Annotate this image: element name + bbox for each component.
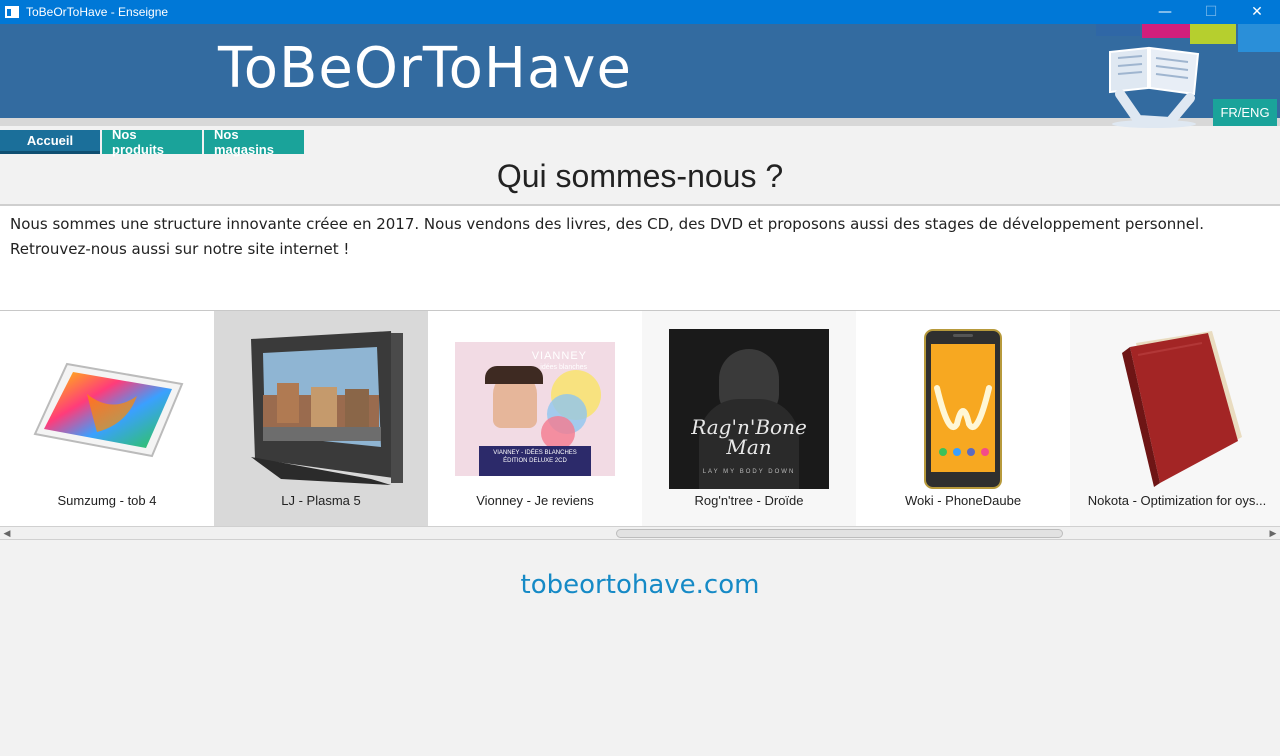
about-description: Nous sommes une structure innovante crée…: [0, 206, 1280, 310]
product-caption: LJ - Plasma 5: [281, 493, 361, 508]
scrollbar-thumb[interactable]: [616, 529, 1063, 538]
cover-title: Rag'n'Bone Man: [691, 415, 807, 459]
header-banner: ToBeOrToHave: [0, 24, 1280, 118]
nav-nos-produits[interactable]: Nos produits: [102, 127, 202, 157]
language-toggle-button[interactable]: FR/ENG: [1213, 99, 1277, 126]
product-card[interactable]: Rag'n'Bone Man LAY MY BODY DOWN Rog'n'tr…: [642, 311, 856, 528]
app-window-icon: [4, 4, 20, 20]
album-cover-icon: Rag'n'Bone Man LAY MY BODY DOWN: [669, 327, 829, 491]
scroll-right-icon[interactable]: ▶: [1267, 528, 1279, 539]
website-link[interactable]: tobeortohave.com: [0, 570, 1280, 600]
brand-title: ToBeOrToHave: [218, 36, 632, 101]
television-icon: [241, 327, 407, 491]
page-title: Qui sommes-nous ?: [496, 158, 784, 194]
cover-subtitle: LAY MY BODY DOWN: [702, 469, 796, 475]
product-caption: Sumzumg - tob 4: [57, 493, 157, 508]
product-card[interactable]: Nokota - Optimization for oys...: [1070, 311, 1280, 528]
maximize-button[interactable]: ☐: [1188, 0, 1234, 24]
product-card[interactable]: Sumzumg - tob 4: [0, 311, 214, 528]
book-icon: [1097, 327, 1257, 491]
product-caption: Woki - PhoneDaube: [904, 493, 1022, 508]
product-card[interactable]: LJ - Plasma 5: [214, 311, 428, 528]
description-line-2: Retrouvez-nous aussi sur notre site inte…: [10, 240, 350, 258]
smartphone-icon: [883, 327, 1043, 491]
cover-band-line-1: VIANNEY - IDÉES BLANCHES: [493, 450, 577, 456]
scroll-left-icon[interactable]: ◀: [1, 528, 13, 539]
cover-band-line-2: ÉDITION DELUXE 2CD: [503, 458, 567, 464]
nav-nos-magasins[interactable]: Nos magasins: [204, 127, 304, 157]
window-controls: — ☐ ✕: [1142, 0, 1280, 24]
cover-title: VIANNEY: [531, 350, 587, 362]
product-caption: Nokota - Optimization for oys...: [1087, 493, 1267, 508]
main-nav: Accueil Nos produits Nos magasins: [0, 127, 304, 157]
album-cover-icon: VIANNEY idées blanches VIANNEY - IDÉES B…: [455, 327, 615, 491]
nav-accueil[interactable]: Accueil: [0, 130, 100, 154]
banner-divider: [0, 118, 1280, 126]
product-carousel: Sumzumg - tob 4 LJ - Plasma 5 VIANNEY id…: [0, 310, 1280, 528]
window-title: ToBeOrToHave - Enseigne: [26, 5, 169, 19]
product-caption: Vionney - Je reviens: [476, 493, 594, 508]
product-card[interactable]: Woki - PhoneDaube: [856, 311, 1070, 528]
carousel-scrollbar[interactable]: ◀ ▶: [0, 526, 1280, 540]
description-line-1: Nous sommes une structure innovante crée…: [10, 215, 1204, 233]
tablet-icon: [27, 327, 187, 491]
product-caption: Rog'n'tree - Droïde: [694, 493, 804, 508]
minimize-button[interactable]: —: [1142, 0, 1188, 24]
window-titlebar: ToBeOrToHave - Enseigne — ☐ ✕: [0, 0, 1280, 24]
cover-subtitle: idées blanches: [540, 364, 587, 371]
close-button[interactable]: ✕: [1234, 0, 1280, 24]
product-card[interactable]: VIANNEY idées blanches VIANNEY - IDÉES B…: [428, 311, 642, 528]
